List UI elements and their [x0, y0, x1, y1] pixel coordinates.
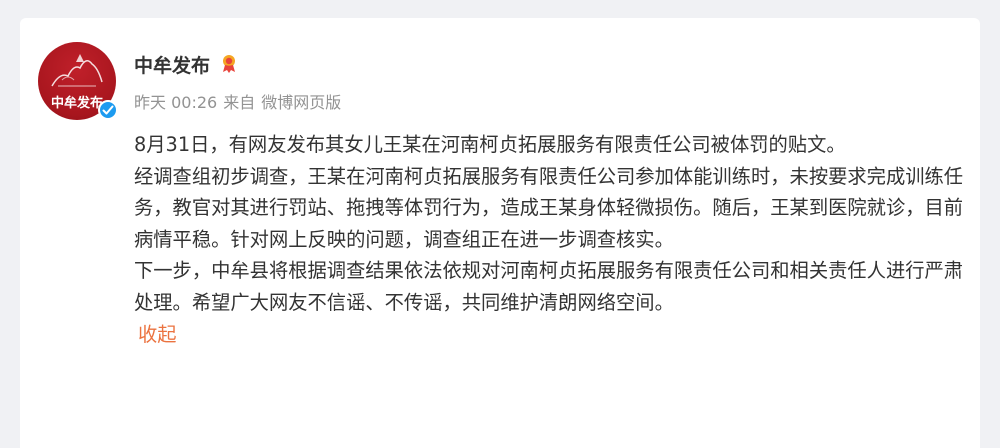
paragraph-3: 下一步，中牟县将根据调查结果依法依规对河南柯贞拓展服务有限责任公司和相关责任人进… [134, 259, 964, 314]
verified-icon [98, 100, 118, 120]
author-name[interactable]: 中牟发布 [134, 51, 210, 78]
collapse-link[interactable]: 收起 [134, 323, 177, 346]
post-timestamp[interactable]: 昨天 00:26 [134, 89, 217, 113]
weibo-post-card: 中牟发布 中牟发布 昨天 00:26 来自 微博网页版 8月31日，有网友发布其… [20, 18, 980, 448]
post-source[interactable]: 微博网页版 [261, 89, 341, 113]
author-row: 中牟发布 [134, 51, 238, 77]
page: 中牟发布 中牟发布 昨天 00:26 来自 微博网页版 8月31日，有网友发布其… [0, 0, 1000, 448]
post-content: 8月31日，有网友发布其女儿王某在河南柯贞拓展服务有限责任公司被体罚的贴文。 经… [134, 129, 970, 350]
paragraph-2: 经调查组初步调查，王某在河南柯贞拓展服务有限责任公司参加体能训练时，未按要求完成… [134, 164, 964, 251]
source-prefix: 来自 [223, 93, 256, 112]
government-badge-icon[interactable] [220, 54, 238, 74]
author-avatar-wrapper[interactable]: 中牟发布 [38, 42, 118, 120]
paragraph-1: 8月31日，有网友发布其女儿王某在河南柯贞拓展服务有限责任公司被体罚的贴文。 [134, 133, 846, 156]
post-meta: 昨天 00:26 来自 微博网页版 [134, 89, 341, 113]
